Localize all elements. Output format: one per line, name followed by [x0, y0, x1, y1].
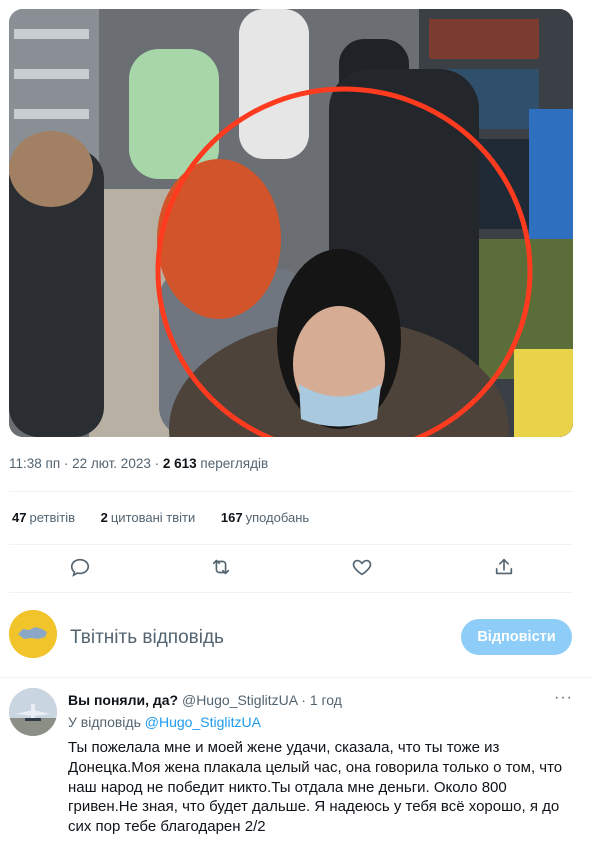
retweets-label: ретвітів — [29, 510, 75, 525]
quotes-label: цитовані твіти — [110, 510, 196, 525]
reply-composer: Твітніть відповідь Відповісти — [0, 600, 591, 676]
divider — [9, 592, 573, 593]
likes-label: уподобань — [245, 510, 310, 525]
retweet-icon[interactable] — [210, 556, 234, 580]
divider — [9, 544, 573, 545]
tweet-timestamp[interactable]: 11:38 пп · 22 лют. 2023 · — [9, 456, 159, 471]
author-avatar[interactable] — [9, 688, 57, 736]
tweet-text: Ты пожелала мне и моей жене удачи, сказа… — [68, 739, 563, 836]
reply-icon[interactable] — [69, 556, 93, 580]
author-handle[interactable]: @Hugo_StiglitzUA — [182, 692, 297, 708]
tweet-header: Вы поняли, да? @Hugo_StiglitzUA · 1 год — [68, 692, 342, 708]
retweets-stat[interactable]: 47 ретвітів — [12, 510, 75, 525]
more-options-icon[interactable]: ··· — [554, 689, 573, 707]
tweet-time[interactable]: 1 год — [310, 692, 342, 708]
separator: · — [301, 692, 306, 708]
replying-to-handle[interactable]: @Hugo_StiglitzUA — [145, 714, 261, 730]
views-label: переглядів — [200, 456, 269, 471]
reply-button[interactable]: Відповісти — [461, 619, 572, 655]
tweet-stats: 47 ретвітів 2 цитовані твіти 167 уподобань — [12, 510, 331, 525]
likes-count: 167 — [220, 510, 243, 525]
replying-to: У відповідь @Hugo_StiglitzUA — [68, 714, 261, 730]
tweet-action-bar — [9, 556, 573, 582]
views-count: 2 613 — [162, 456, 197, 471]
likes-stat[interactable]: 167 уподобань — [221, 510, 309, 525]
tweet-meta: 11:38 пп · 22 лют. 2023 · 2 613 перегляд… — [9, 456, 268, 476]
heart-icon[interactable] — [351, 556, 375, 580]
tweet-photo[interactable] — [9, 9, 573, 437]
divider — [9, 491, 573, 492]
user-avatar[interactable] — [9, 610, 57, 658]
quotes-stat[interactable]: 2 цитовані твіти — [101, 510, 196, 525]
reply-tweet[interactable]: Вы поняли, да? @Hugo_StiglitzUA · 1 год … — [0, 678, 591, 844]
retweets-count: 47 — [12, 510, 27, 525]
replying-prefix: У відповідь — [68, 714, 141, 730]
store-photo-image — [9, 9, 573, 437]
share-icon[interactable] — [493, 556, 517, 580]
author-name[interactable]: Вы поняли, да? — [68, 692, 178, 708]
quotes-count: 2 — [100, 510, 108, 525]
reply-input[interactable]: Твітніть відповідь — [70, 627, 224, 649]
